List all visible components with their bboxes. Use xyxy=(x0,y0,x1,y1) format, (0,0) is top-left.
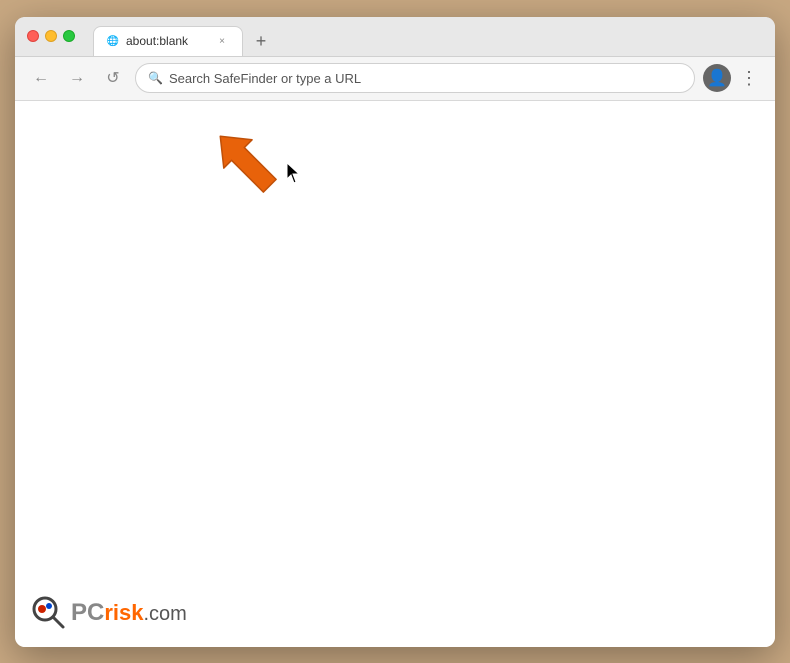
forward-icon: → xyxy=(69,69,85,87)
cursor xyxy=(287,163,303,183)
reload-button[interactable]: ↺ xyxy=(99,64,127,92)
account-button[interactable]: 👤 xyxy=(703,64,731,92)
traffic-lights xyxy=(27,30,75,42)
watermark-text: PCrisk.com xyxy=(71,599,187,627)
tab-close-button[interactable]: × xyxy=(214,33,230,49)
page-content: PCrisk.com xyxy=(15,101,775,647)
risk-text: risk xyxy=(104,600,143,625)
watermark: PCrisk.com xyxy=(31,595,187,631)
browser-window: 🌐 about:blank × + ← → ↺ 🔍 Search SafeFin… xyxy=(15,17,775,647)
reload-icon: ↺ xyxy=(106,68,119,88)
pcrisk-logo-icon xyxy=(31,595,67,631)
address-bar[interactable]: 🔍 Search SafeFinder or type a URL xyxy=(135,63,695,93)
arrow-annotation xyxy=(205,121,285,206)
tab-favicon-icon: 🌐 xyxy=(106,34,120,48)
active-tab[interactable]: 🌐 about:blank × xyxy=(93,26,243,56)
title-bar: 🌐 about:blank × + xyxy=(15,17,775,57)
arrow-icon xyxy=(205,121,285,201)
tab-title: about:blank xyxy=(126,34,208,48)
cursor-icon xyxy=(287,163,303,183)
new-tab-button[interactable]: + xyxy=(247,28,275,56)
account-icon: 👤 xyxy=(707,68,727,88)
search-icon: 🔍 xyxy=(148,71,163,85)
nav-right-controls: 👤 ⋮ xyxy=(703,64,763,92)
back-button[interactable]: ← xyxy=(27,64,55,92)
forward-button[interactable]: → xyxy=(63,64,91,92)
more-options-button[interactable]: ⋮ xyxy=(735,64,763,92)
pc-text: PC xyxy=(71,599,104,626)
more-icon: ⋮ xyxy=(740,68,758,89)
minimize-button[interactable] xyxy=(45,30,57,42)
tab-bar: 🌐 about:blank × + xyxy=(93,17,763,56)
address-bar-placeholder: Search SafeFinder or type a URL xyxy=(169,71,361,86)
back-icon: ← xyxy=(33,69,49,87)
nav-bar: ← → ↺ 🔍 Search SafeFinder or type a URL … xyxy=(15,57,775,101)
com-text: .com xyxy=(144,603,187,625)
maximize-button[interactable] xyxy=(63,30,75,42)
close-button[interactable] xyxy=(27,30,39,42)
